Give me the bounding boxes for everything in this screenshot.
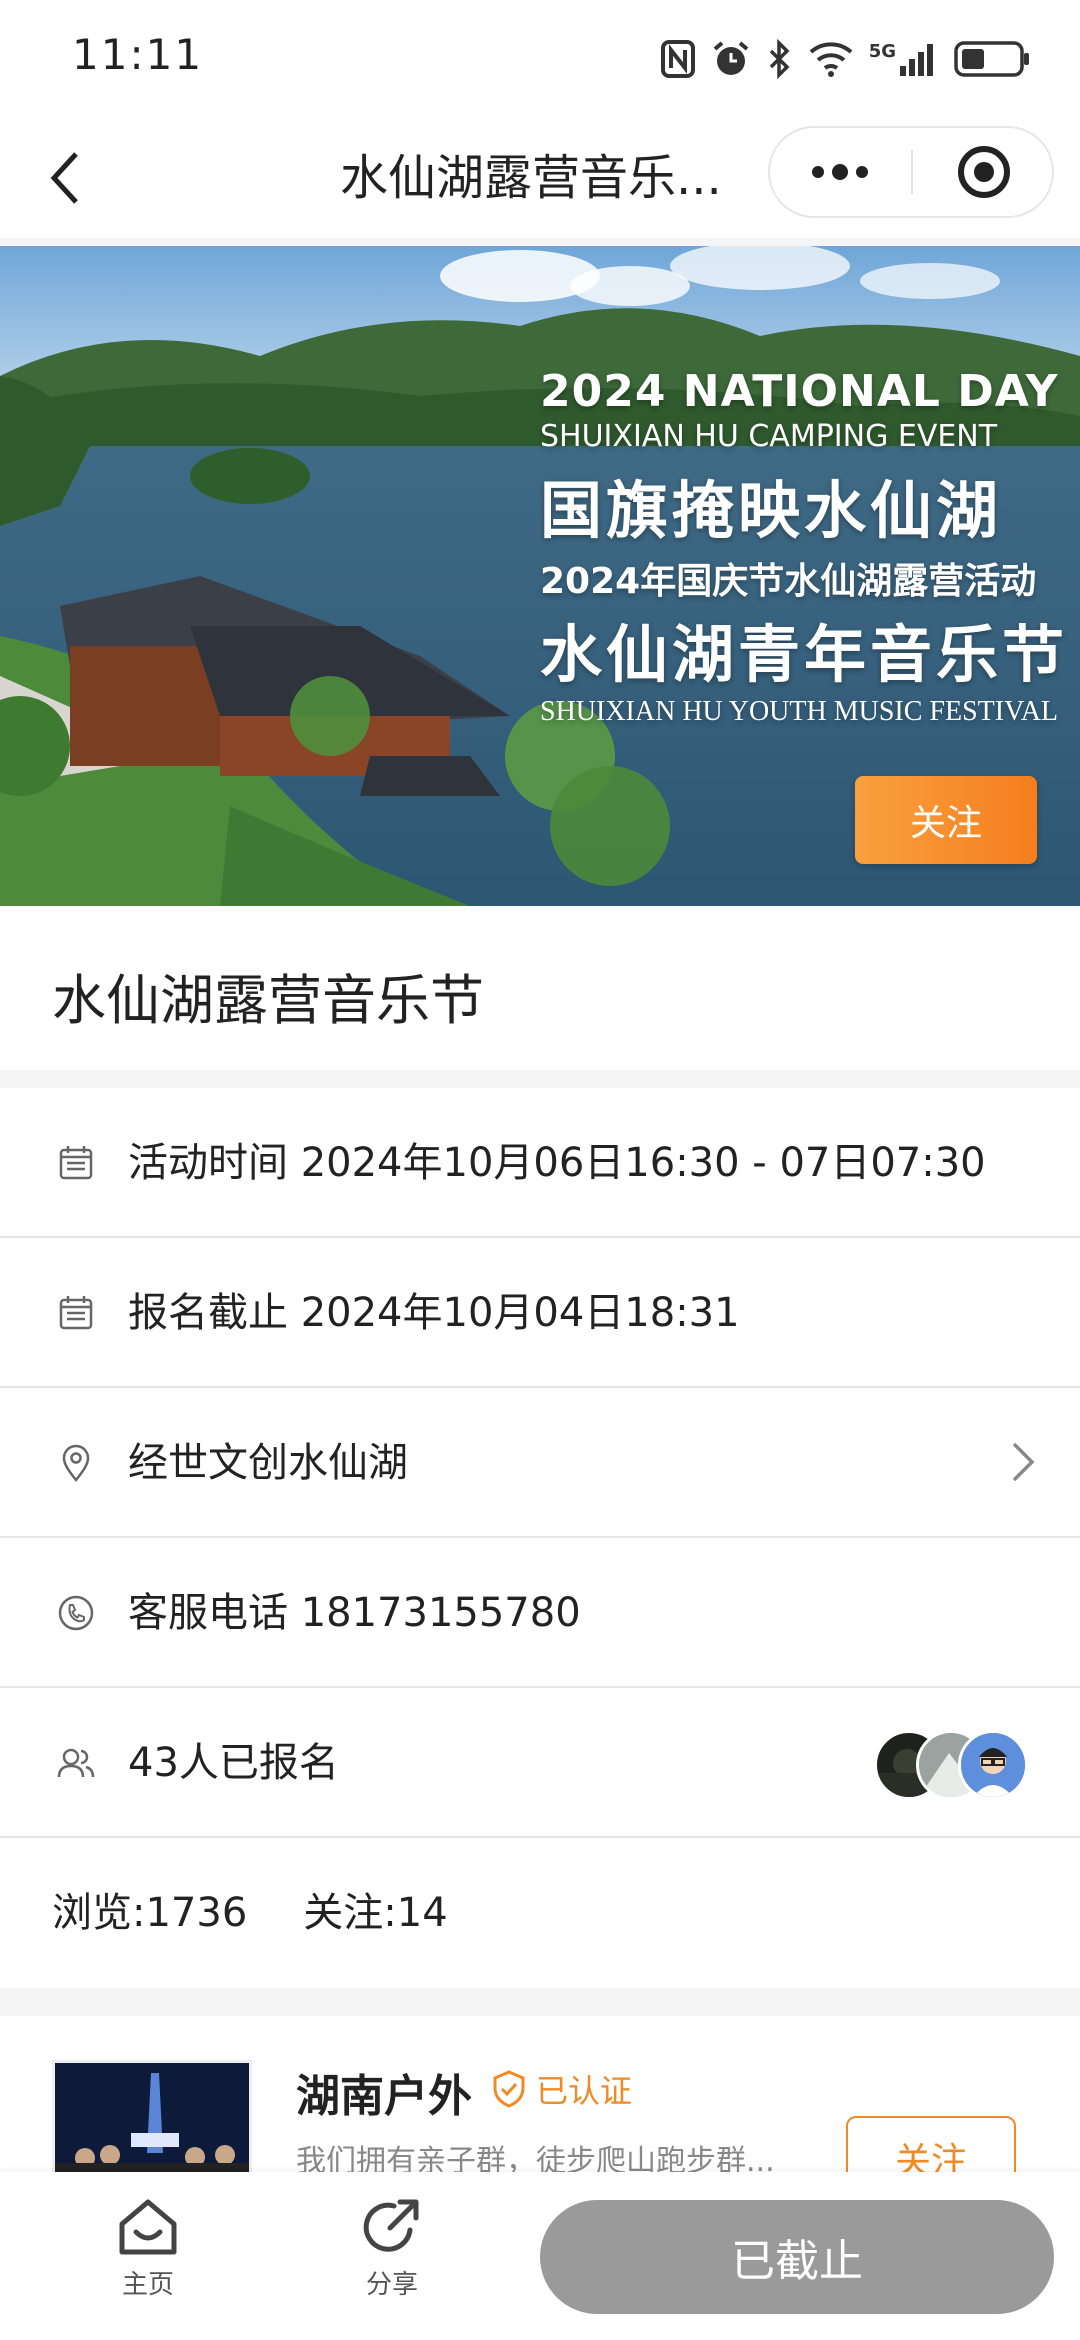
phone-row[interactable]: 客服电话 18173155780 bbox=[0, 1538, 1080, 1688]
participant-avatars[interactable] bbox=[874, 1730, 1028, 1800]
phone-text: 客服电话 18173155780 bbox=[128, 1590, 581, 1636]
alarm-icon bbox=[713, 41, 748, 75]
event-banner[interactable]: 2024 NATIONAL DAY SHUIXIAN HU CAMPING EV… bbox=[0, 246, 1080, 906]
share-label: 分享 bbox=[365, 2270, 418, 2300]
calendar-icon bbox=[59, 1146, 93, 1180]
deadline-row: 报名截止 2024年10月04日18:31 bbox=[0, 1238, 1080, 1388]
bluetooth-icon bbox=[769, 39, 790, 79]
event-info-list: 活动时间 2024年10月06日16:30 - 07日07:30 报名截止 20… bbox=[0, 1088, 1080, 1988]
banner-line-5: 水仙湖青年音乐节 bbox=[540, 618, 1069, 691]
event-title: 水仙湖露营音乐节 bbox=[52, 969, 484, 1032]
registered-row[interactable]: 43人已报名 bbox=[0, 1688, 1080, 1838]
registration-closed-button[interactable]: 已截止 bbox=[540, 2200, 1054, 2314]
calendar-icon bbox=[59, 1296, 93, 1330]
stats-text: 浏览:1736 关注:14 bbox=[52, 1838, 504, 1988]
page-title: 水仙湖露营音乐... bbox=[340, 150, 722, 206]
network-type: 5G bbox=[868, 40, 896, 62]
battery-icon bbox=[954, 41, 1029, 77]
location-text: 经世文创水仙湖 bbox=[128, 1440, 408, 1486]
activity-time-text: 活动时间 2024年10月06日16:30 - 07日07:30 bbox=[128, 1140, 986, 1186]
share-tab[interactable]: 分享 bbox=[322, 2196, 462, 2316]
nav-bar: 水仙湖露营音乐... bbox=[0, 118, 1080, 364]
banner-line-2: SHUIXIAN HU CAMPING EVENT bbox=[540, 419, 998, 454]
status-bar: 11:11 5G bbox=[0, 0, 1080, 118]
avatar bbox=[958, 1730, 1028, 1800]
verified-badge: 已认证 bbox=[492, 2066, 632, 2112]
views-count: 浏览:1736 bbox=[52, 1890, 248, 1936]
users-icon bbox=[57, 1748, 95, 1778]
event-title-block: 水仙湖露营音乐节 bbox=[0, 906, 1080, 1070]
stats-row: 浏览:1736 关注:14 bbox=[0, 1838, 1080, 1988]
home-icon bbox=[119, 2199, 177, 2255]
phone-icon bbox=[58, 1595, 94, 1631]
location-row[interactable]: 经世文创水仙湖 bbox=[0, 1388, 1080, 1538]
bottom-action-bar: 主页 分享 已截止 bbox=[0, 2172, 1080, 2340]
organizer-thumbnail bbox=[52, 2060, 252, 2180]
more-button[interactable] bbox=[770, 128, 910, 216]
mini-program-capsule bbox=[768, 126, 1054, 218]
status-time: 11:11 bbox=[72, 30, 204, 79]
back-button[interactable] bbox=[30, 140, 100, 216]
share-icon bbox=[363, 2199, 419, 2252]
shield-check-icon bbox=[493, 2070, 525, 2108]
home-tab[interactable]: 主页 bbox=[78, 2196, 218, 2316]
close-button[interactable] bbox=[914, 128, 1054, 216]
chevron-right-icon bbox=[1012, 1442, 1035, 1482]
registered-text: 43人已报名 bbox=[128, 1740, 339, 1786]
banner-follow-button[interactable]: 关注 bbox=[855, 776, 1037, 864]
banner-line-6: SHUIXIAN HU YOUTH MUSIC FESTIVAL bbox=[540, 696, 1059, 727]
banner-text: 2024 NATIONAL DAY SHUIXIAN HU CAMPING EV… bbox=[540, 366, 1069, 728]
activity-time-row: 活动时间 2024年10月06日16:30 - 07日07:30 bbox=[0, 1088, 1080, 1238]
signal-icon bbox=[900, 44, 933, 76]
capsule-divider bbox=[911, 150, 913, 194]
banner-line-1: 2024 NATIONAL DAY bbox=[540, 366, 1059, 417]
nfc-icon bbox=[660, 40, 695, 78]
more-dots-icon bbox=[812, 164, 868, 180]
status-icons: 5G bbox=[660, 34, 1030, 84]
wifi-icon bbox=[809, 42, 853, 77]
verified-label: 已认证 bbox=[536, 2072, 633, 2110]
organizer-name: 湖南户外 bbox=[296, 2071, 472, 2122]
banner-line-3: 国旗掩映水仙湖 bbox=[540, 474, 1003, 547]
location-pin-icon bbox=[62, 1444, 90, 1483]
banner-line-4: 2024年国庆节水仙湖露营活动 bbox=[540, 561, 1037, 602]
follows-count: 关注:14 bbox=[303, 1890, 448, 1936]
deadline-text: 报名截止 2024年10月04日18:31 bbox=[128, 1290, 740, 1336]
target-close-icon bbox=[958, 146, 1010, 198]
home-label: 主页 bbox=[121, 2270, 174, 2300]
chevron-left-icon bbox=[50, 152, 78, 204]
